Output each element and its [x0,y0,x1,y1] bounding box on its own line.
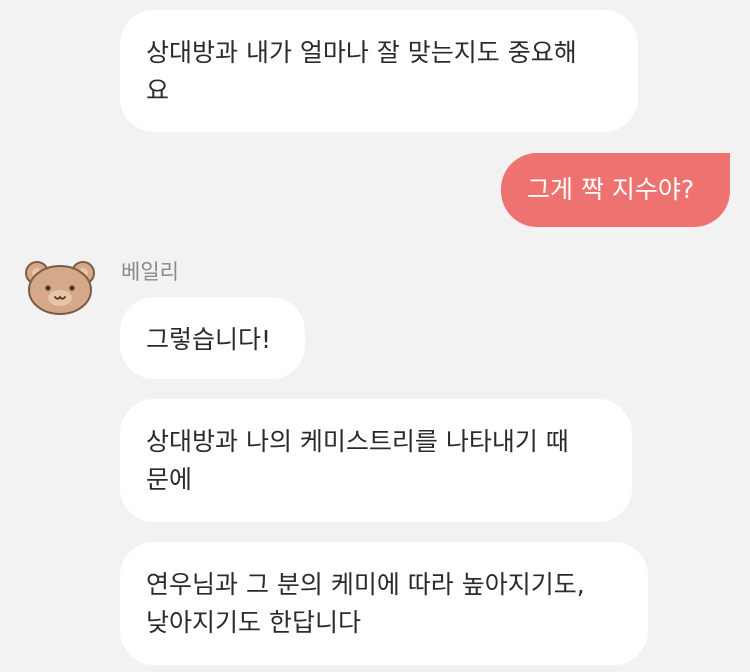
sender-name: 베일리 [121,260,179,284]
message-bubble-bot: 상대방과 나의 케미스트리를 나타내기 때 문에 [120,399,632,522]
bear-face-icon [25,261,95,315]
message-bubble-bot: 연우님과 그 분의 케미에 따라 높아지기도, 낮아지기도 한답니다 [120,542,648,665]
message-bubble-bot: 상대방과 내가 얼마나 잘 맞는지도 중요해 요 [120,10,638,132]
message-bubble-bot: 그렇습니다! [120,297,305,379]
message-bubble-user: 그게 짝 지수야? [501,153,730,227]
bot-avatar[interactable] [24,258,96,316]
